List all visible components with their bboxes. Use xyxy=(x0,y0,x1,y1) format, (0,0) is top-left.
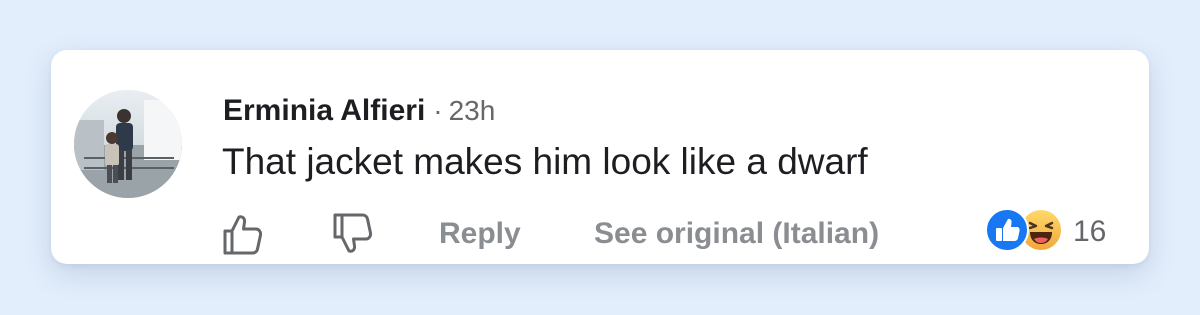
avatar[interactable] xyxy=(74,90,182,198)
separator-dot: · xyxy=(433,95,443,126)
thumbs-down-outline-icon[interactable] xyxy=(329,211,375,257)
author-name[interactable]: Erminia Alfieri xyxy=(223,94,425,127)
comment-actions: Reply See original (Italian) xyxy=(219,208,1119,260)
thumbs-up-outline-icon[interactable] xyxy=(219,211,265,257)
comment-card: Erminia Alfieri · 23h That jacket makes hi… xyxy=(51,50,1149,264)
like-reaction-icon xyxy=(985,208,1029,252)
comment-text: That jacket makes him look like a dwarf xyxy=(222,141,868,182)
timestamp[interactable]: 23h xyxy=(449,95,496,126)
comment-header: Erminia Alfieri · 23h xyxy=(223,92,495,135)
reaction-count: 16 xyxy=(1073,215,1107,248)
reactions-summary[interactable]: 16 xyxy=(985,206,1125,258)
see-original-button[interactable]: See original (Italian) xyxy=(594,214,879,254)
reply-button[interactable]: Reply xyxy=(439,214,521,254)
